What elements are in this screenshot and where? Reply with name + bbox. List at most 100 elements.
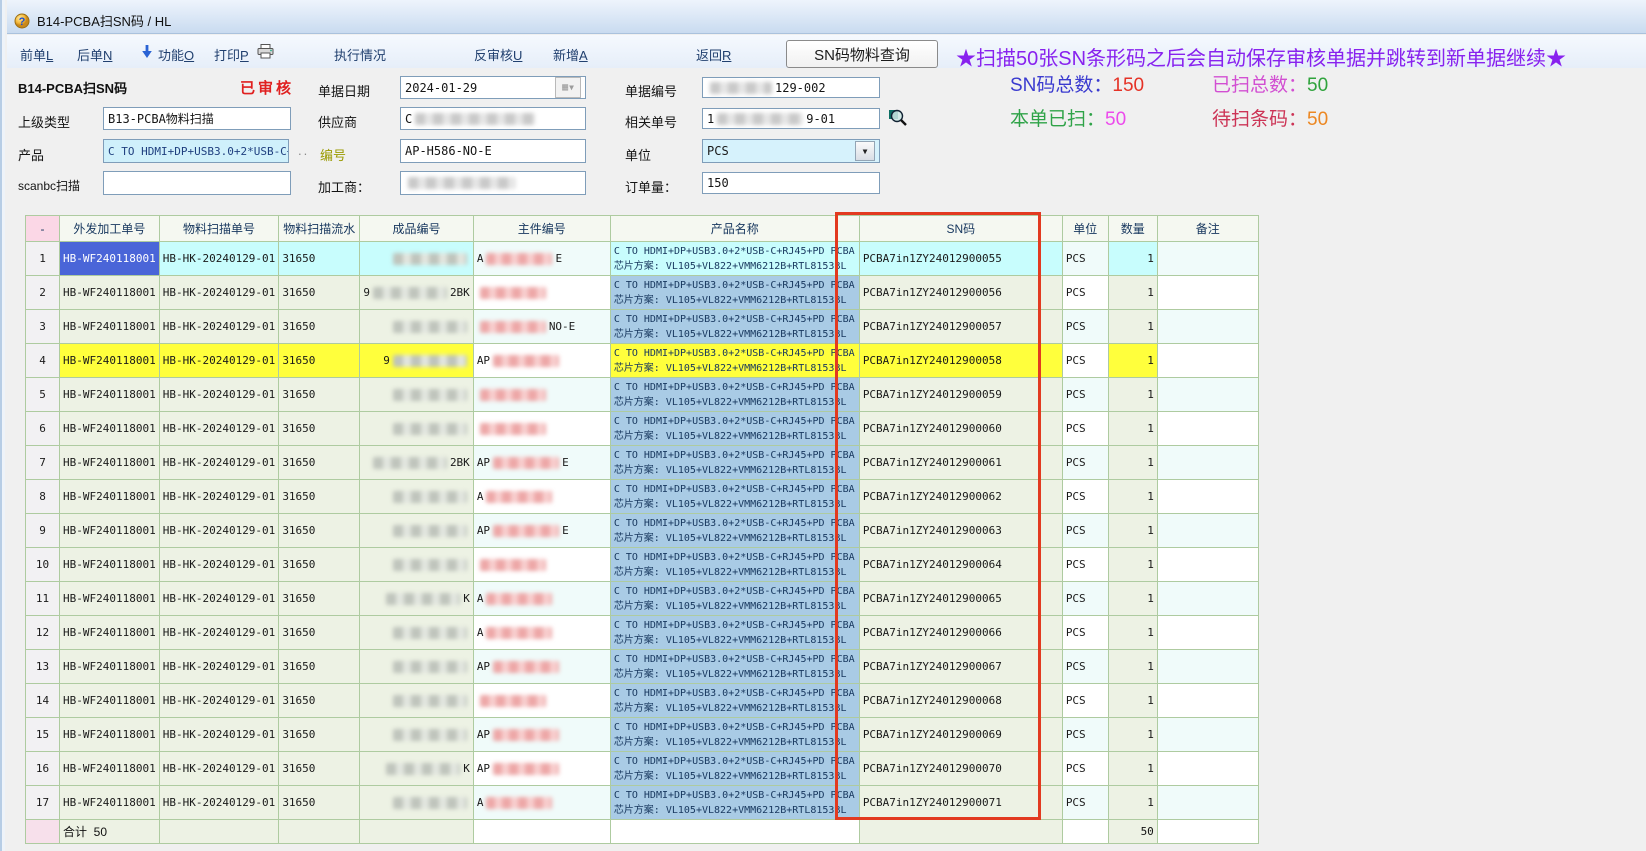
menu-return[interactable]: 返回R bbox=[696, 45, 731, 64]
redacted-text bbox=[486, 253, 552, 265]
stat-value: 50 bbox=[1307, 75, 1328, 96]
table-row[interactable]: 8HB-WF240118001HB-HK-20240129-0131650AC … bbox=[26, 480, 1259, 514]
menu-unaudit[interactable]: 反审核U bbox=[474, 45, 522, 64]
order-qty-field[interactable]: 150 bbox=[702, 172, 880, 194]
doc-no-field[interactable]: 129-002 bbox=[702, 77, 880, 98]
table-row[interactable]: 15HB-WF240118001HB-HK-20240129-0131650AP… bbox=[26, 718, 1259, 752]
stat-sn-total: SN码总数：150 bbox=[1010, 70, 1144, 97]
supplier-field[interactable]: C bbox=[400, 107, 586, 130]
doc-no-label: 单据编号 bbox=[625, 81, 677, 100]
table-row[interactable]: 5HB-WF240118001HB-HK-20240129-0131650C T… bbox=[26, 378, 1259, 412]
unit-select[interactable]: PCS ▼ bbox=[702, 139, 880, 163]
window-left-frame bbox=[0, 0, 7, 851]
table-total-row: 合计 5050 bbox=[26, 820, 1259, 844]
table-row[interactable]: 6HB-WF240118001HB-HK-20240129-0131650C T… bbox=[26, 412, 1259, 446]
column-header: 成品编号 bbox=[360, 216, 474, 242]
table-row[interactable]: 9HB-WF240118001HB-HK-20240129-0131650APE… bbox=[26, 514, 1259, 548]
stat-label: 已扫总数： bbox=[1212, 75, 1307, 96]
magnifier-icon bbox=[887, 116, 909, 131]
sn-table-body: 1HB-WF240118001HB-HK-20240129-0131650AEC… bbox=[26, 242, 1259, 844]
table-row[interactable]: 1HB-WF240118001HB-HK-20240129-0131650AEC… bbox=[26, 242, 1259, 276]
unit-label: 单位 bbox=[625, 145, 651, 164]
redacted-text bbox=[393, 559, 467, 571]
calendar-icon[interactable]: ▦▼ bbox=[555, 77, 581, 98]
redacted-text bbox=[486, 627, 552, 639]
redacted-text bbox=[480, 389, 546, 401]
related-no-label: 相关单号 bbox=[625, 112, 677, 131]
related-no-field[interactable]: 1 9-01 bbox=[702, 108, 880, 129]
menu-functions[interactable]: 功能O bbox=[158, 45, 194, 64]
printer-icon[interactable] bbox=[257, 44, 274, 64]
product-select[interactable]: C TO HDMI+DP+USB3.0+2*USB-C+ ▼ bbox=[103, 139, 289, 163]
stat-pending-barcodes: 待扫条码：50 bbox=[1212, 104, 1328, 131]
redacted-text bbox=[386, 763, 460, 775]
doc-date-field[interactable]: 2024-01-29 ▦▼ bbox=[400, 76, 586, 99]
parent-type-field[interactable]: B13-PCBA物料扫描 bbox=[103, 107, 291, 130]
table-row[interactable]: 2HB-WF240118001HB-HK-20240129-013165092B… bbox=[26, 276, 1259, 310]
table-row[interactable]: 17HB-WF240118001HB-HK-20240129-0131650AC… bbox=[26, 786, 1259, 820]
chevron-down-icon[interactable]: ▼ bbox=[855, 141, 875, 161]
table-row[interactable]: 10HB-WF240118001HB-HK-20240129-0131650C … bbox=[26, 548, 1259, 582]
redacted-text bbox=[493, 355, 559, 367]
redacted-text bbox=[393, 491, 467, 503]
redacted-text bbox=[393, 729, 467, 741]
table-row[interactable]: 13HB-WF240118001HB-HK-20240129-0131650AP… bbox=[26, 650, 1259, 684]
redacted-text bbox=[393, 797, 467, 809]
table-row[interactable]: 12HB-WF240118001HB-HK-20240129-0131650AC… bbox=[26, 616, 1259, 650]
parent-type-label: 上级类型 bbox=[18, 112, 70, 131]
redacted-text bbox=[408, 177, 516, 189]
table-row[interactable]: 7HB-WF240118001HB-HK-20240129-01316502BK… bbox=[26, 446, 1259, 480]
code-label: 编号 bbox=[320, 145, 346, 164]
redacted-text bbox=[710, 82, 772, 94]
table-row[interactable]: 14HB-WF240118001HB-HK-20240129-0131650C … bbox=[26, 684, 1259, 718]
menu-prev-doc[interactable]: 前单L bbox=[20, 45, 53, 64]
redacted-text bbox=[393, 389, 467, 401]
redacted-text bbox=[493, 457, 559, 469]
scan-notice-text: ★扫描50张SN条形码之后会自动保存审核单据并跳转到新单据继续★ bbox=[956, 42, 1566, 71]
menu-next-doc[interactable]: 后单N bbox=[77, 45, 112, 64]
redacted-text bbox=[393, 423, 467, 435]
stat-label: 本单已扫： bbox=[1010, 109, 1105, 130]
related-no-search-button[interactable] bbox=[886, 106, 910, 130]
doc-date-label: 单据日期 bbox=[318, 81, 370, 100]
table-row[interactable]: 16HB-WF240118001HB-HK-20240129-0131650KA… bbox=[26, 752, 1259, 786]
supplier-label: 供应商 bbox=[318, 112, 357, 131]
sn-material-query-button[interactable]: SN码物料查询 bbox=[786, 40, 938, 68]
scanbc-label: scanbc扫描 bbox=[18, 177, 80, 194]
code-field[interactable]: AP-H586-NO-E bbox=[400, 139, 586, 163]
redacted-text bbox=[393, 253, 467, 265]
redacted-text bbox=[493, 729, 559, 741]
down-arrow-icon bbox=[141, 45, 153, 64]
redacted-text bbox=[480, 559, 546, 571]
redacted-text bbox=[393, 355, 467, 367]
column-header: 外发加工单号 bbox=[60, 216, 160, 242]
table-row[interactable]: 3HB-WF240118001HB-HK-20240129-0131650NO-… bbox=[26, 310, 1259, 344]
processor-field[interactable] bbox=[400, 171, 586, 195]
table-row[interactable]: 11HB-WF240118001HB-HK-20240129-0131650KA… bbox=[26, 582, 1259, 616]
redacted-text bbox=[393, 627, 467, 639]
menu-execution-status[interactable]: 执行情况 bbox=[334, 45, 386, 64]
redacted-text bbox=[480, 321, 546, 333]
stat-scanned-total: 已扫总数：50 bbox=[1212, 70, 1328, 97]
table-row[interactable]: 4HB-WF240118001HB-HK-20240129-01316509AP… bbox=[26, 344, 1259, 378]
redacted-text bbox=[480, 423, 546, 435]
column-header: 数量 bbox=[1108, 216, 1157, 242]
redacted-text bbox=[486, 797, 552, 809]
redacted-text bbox=[480, 287, 546, 299]
stat-current-doc-scanned: 本单已扫：50 bbox=[1010, 104, 1126, 131]
table-header-row: -外发加工单号物料扫描单号物料扫描流水成品编号主件编号产品名称SN码单位数量备注 bbox=[26, 216, 1259, 242]
column-header: 物料扫描流水 bbox=[279, 216, 360, 242]
menu-print[interactable]: 打印P bbox=[214, 45, 249, 64]
menu-add-new[interactable]: 新增A bbox=[553, 45, 588, 64]
svg-text:?: ? bbox=[19, 16, 26, 28]
stat-label: SN码总数： bbox=[1010, 75, 1112, 96]
column-header: - bbox=[26, 216, 60, 242]
redacted-text bbox=[493, 525, 559, 537]
redacted-text bbox=[373, 457, 447, 469]
scanbc-input[interactable] bbox=[103, 171, 291, 195]
redacted-text bbox=[393, 695, 467, 707]
stat-label: 待扫条码： bbox=[1212, 109, 1307, 130]
stat-value: 50 bbox=[1105, 109, 1126, 130]
redacted-text bbox=[373, 287, 447, 299]
stat-value: 150 bbox=[1112, 75, 1144, 96]
